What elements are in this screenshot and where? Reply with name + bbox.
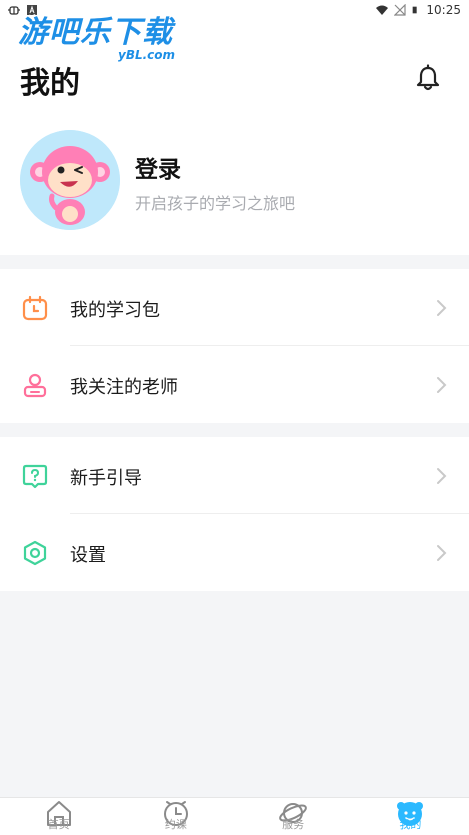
bottom-tab-bar: 首页 约课 服务 我的 xyxy=(0,797,469,835)
menu-item-label: 我的学习包 xyxy=(70,300,160,321)
teacher-icon xyxy=(23,373,47,398)
tab-service[interactable]: 服务 xyxy=(235,798,352,835)
tab-label: 服务 xyxy=(282,818,305,831)
tab-profile[interactable]: 我的 xyxy=(352,798,469,835)
page-title: 我的 xyxy=(20,66,80,101)
help-icon xyxy=(22,464,48,489)
menu-item-label: 新手引导 xyxy=(70,468,142,489)
login-subtitle: 开启孩子的学习之旅吧 xyxy=(135,194,296,213)
menu-item-study-package[interactable]: 我的学习包 xyxy=(0,269,469,346)
tab-label: 我的 xyxy=(399,818,422,831)
monkey-avatar-icon xyxy=(20,130,120,230)
menu-item-followed-teachers[interactable]: 我关注的老师 xyxy=(0,346,469,423)
calendar-icon xyxy=(22,295,48,321)
menu-item-label: 设置 xyxy=(70,545,106,566)
no-signal-icon xyxy=(394,4,407,16)
chevron-right-icon xyxy=(437,468,447,484)
tab-home[interactable]: 首页 xyxy=(0,798,117,835)
watermark-main-text: 游吧乐下载 xyxy=(18,15,173,50)
bell-icon[interactable] xyxy=(414,64,442,92)
menu-group-help: 新手引导 设置 xyxy=(0,437,469,591)
avatar[interactable] xyxy=(20,130,120,230)
chevron-right-icon xyxy=(437,377,447,393)
menu-item-beginner-guide[interactable]: 新手引导 xyxy=(0,437,469,514)
settings-icon xyxy=(23,540,47,566)
login-title[interactable]: 登录 xyxy=(135,150,181,184)
menu-group-learning: 我的学习包 我关注的老师 xyxy=(0,269,469,423)
wifi-icon xyxy=(376,5,389,15)
menu-item-settings[interactable]: 设置 xyxy=(0,514,469,591)
chevron-right-icon xyxy=(437,300,447,316)
watermark-sub-text: yBL.com xyxy=(118,48,176,62)
status-time: 10:25 xyxy=(426,3,461,17)
watermark-logo: 游吧乐下载 yBL.com xyxy=(18,15,175,62)
chevron-right-icon xyxy=(437,545,447,561)
status-right: 10:25 xyxy=(376,3,461,17)
tab-label: 约课 xyxy=(164,818,187,831)
profile-header: 我的 登录 开启孩子的学习之旅吧 xyxy=(0,20,469,255)
menu-item-label: 我关注的老师 xyxy=(70,377,178,398)
tab-label: 首页 xyxy=(47,818,70,831)
battery-icon xyxy=(413,6,418,14)
tab-schedule[interactable]: 约课 xyxy=(117,798,234,835)
